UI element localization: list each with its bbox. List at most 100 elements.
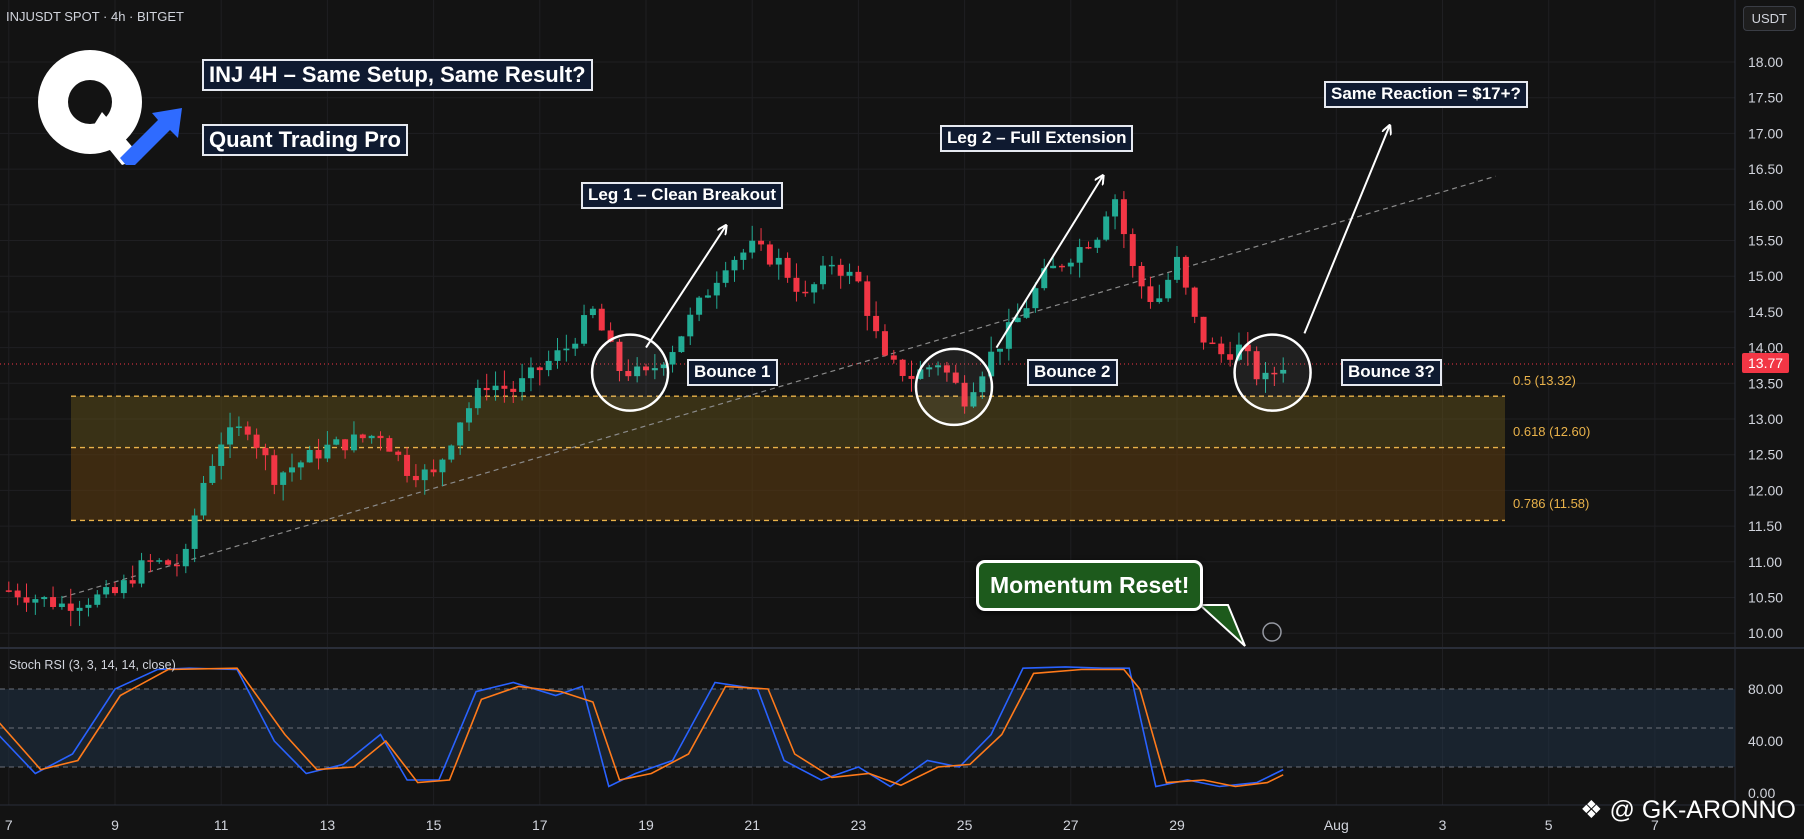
candle-body[interactable] <box>908 375 915 379</box>
candle-body[interactable] <box>342 439 349 451</box>
candle-body[interactable] <box>14 590 21 598</box>
candle-body[interactable] <box>297 462 304 468</box>
candle-body[interactable] <box>439 459 446 473</box>
candle-body[interactable] <box>41 597 48 600</box>
candle-body[interactable] <box>740 252 747 260</box>
candle-body[interactable] <box>165 560 172 565</box>
candle-body[interactable] <box>76 607 83 611</box>
candle-body[interactable] <box>129 580 136 584</box>
candle-body[interactable] <box>315 450 322 459</box>
candle-body[interactable] <box>793 277 800 292</box>
candle-body[interactable] <box>1058 265 1065 268</box>
candle-body[interactable] <box>324 444 331 459</box>
candle-body[interactable] <box>678 336 685 353</box>
candle-body[interactable] <box>430 469 437 473</box>
candle-body[interactable] <box>1023 308 1030 318</box>
candle-body[interactable] <box>386 438 393 452</box>
candle-body[interactable] <box>147 560 154 562</box>
candle-body[interactable] <box>483 387 490 391</box>
candle-body[interactable] <box>421 469 428 481</box>
candle-body[interactable] <box>846 271 853 276</box>
symbol-label[interactable]: INJUSDT SPOT · 4h · BITGET <box>6 9 184 24</box>
candle-body[interactable] <box>1218 343 1225 355</box>
candle-body[interactable] <box>173 564 180 567</box>
candle-body[interactable] <box>1120 199 1127 235</box>
candle-body[interactable] <box>368 435 375 439</box>
candle-body[interactable] <box>120 580 127 594</box>
candle-body[interactable] <box>589 308 596 316</box>
candle-body[interactable] <box>1094 239 1101 248</box>
candle-body[interactable] <box>1085 247 1092 249</box>
candle-body[interactable] <box>1067 262 1074 267</box>
candle-body[interactable] <box>103 587 110 595</box>
candle-body[interactable] <box>519 378 526 392</box>
candle-body[interactable] <box>359 434 366 439</box>
candle-body[interactable] <box>881 331 888 356</box>
candle-body[interactable] <box>837 264 844 276</box>
candle-body[interactable] <box>722 270 729 283</box>
candle-body[interactable] <box>581 315 588 344</box>
candle-body[interactable] <box>156 560 163 562</box>
candle-body[interactable] <box>554 350 561 361</box>
candle-body[interactable] <box>395 451 402 455</box>
candle-body[interactable] <box>23 597 30 603</box>
candle-body[interactable] <box>510 388 517 392</box>
candle-body[interactable] <box>713 282 720 296</box>
candle-body[interactable] <box>466 408 472 423</box>
candle-body[interactable] <box>333 439 340 445</box>
candle-body[interactable] <box>501 385 508 389</box>
candle-body[interactable] <box>5 590 12 592</box>
candle-body[interactable] <box>864 281 871 316</box>
candle-body[interactable] <box>1138 265 1145 287</box>
candle-body[interactable] <box>50 597 57 607</box>
candle-body[interactable] <box>1147 286 1154 302</box>
candle-body[interactable] <box>492 385 499 391</box>
candle-body[interactable] <box>766 244 773 265</box>
candle-body[interactable] <box>1050 265 1057 269</box>
candle-body[interactable] <box>280 472 287 485</box>
candle-body[interactable] <box>271 455 278 485</box>
candle-body[interactable] <box>527 367 534 379</box>
candle-body[interactable] <box>802 291 809 294</box>
candle-body[interactable] <box>235 426 242 428</box>
candle-body[interactable] <box>94 594 101 605</box>
candle-body[interactable] <box>1076 247 1083 263</box>
candle-body[interactable] <box>820 265 826 285</box>
candle-body[interactable] <box>731 259 738 271</box>
indicator-title[interactable]: Stoch RSI (3, 3, 14, 14, close) <box>9 658 176 672</box>
candle-body[interactable] <box>244 426 251 435</box>
candle-body[interactable] <box>85 604 92 608</box>
candle-body[interactable] <box>182 548 189 567</box>
candle-body[interactable] <box>563 348 570 351</box>
candle-body[interactable] <box>899 359 906 376</box>
candle-body[interactable] <box>1182 256 1189 288</box>
candle-body[interactable] <box>474 387 481 409</box>
candle-body[interactable] <box>138 560 145 584</box>
candle-body[interactable] <box>1165 279 1172 299</box>
candle-body[interactable] <box>1129 234 1136 266</box>
candle-body[interactable] <box>1103 216 1110 240</box>
candle-body[interactable] <box>536 367 543 371</box>
candle-body[interactable] <box>412 475 419 481</box>
candle-body[interactable] <box>448 445 455 460</box>
candle-body[interactable] <box>749 240 756 253</box>
candle-body[interactable] <box>1227 354 1234 360</box>
candle-body[interactable] <box>545 360 552 371</box>
candle-body[interactable] <box>227 427 234 445</box>
candle-body[interactable] <box>200 482 207 516</box>
candle-body[interactable] <box>306 450 313 463</box>
candle-body[interactable] <box>890 355 897 360</box>
candle-body[interactable] <box>32 599 39 603</box>
candle-body[interactable] <box>350 434 357 451</box>
candle-body[interactable] <box>572 343 579 349</box>
candle-body[interactable] <box>253 434 260 448</box>
candle-body[interactable] <box>704 295 711 298</box>
candle-body[interactable] <box>696 297 703 315</box>
candle-body[interactable] <box>669 352 676 365</box>
candle-body[interactable] <box>687 314 694 337</box>
candle-body[interactable] <box>67 603 74 611</box>
candle-body[interactable] <box>58 603 65 607</box>
candle-body[interactable] <box>1112 199 1119 217</box>
candle-body[interactable] <box>997 348 1003 352</box>
candle-body[interactable] <box>1032 288 1039 309</box>
